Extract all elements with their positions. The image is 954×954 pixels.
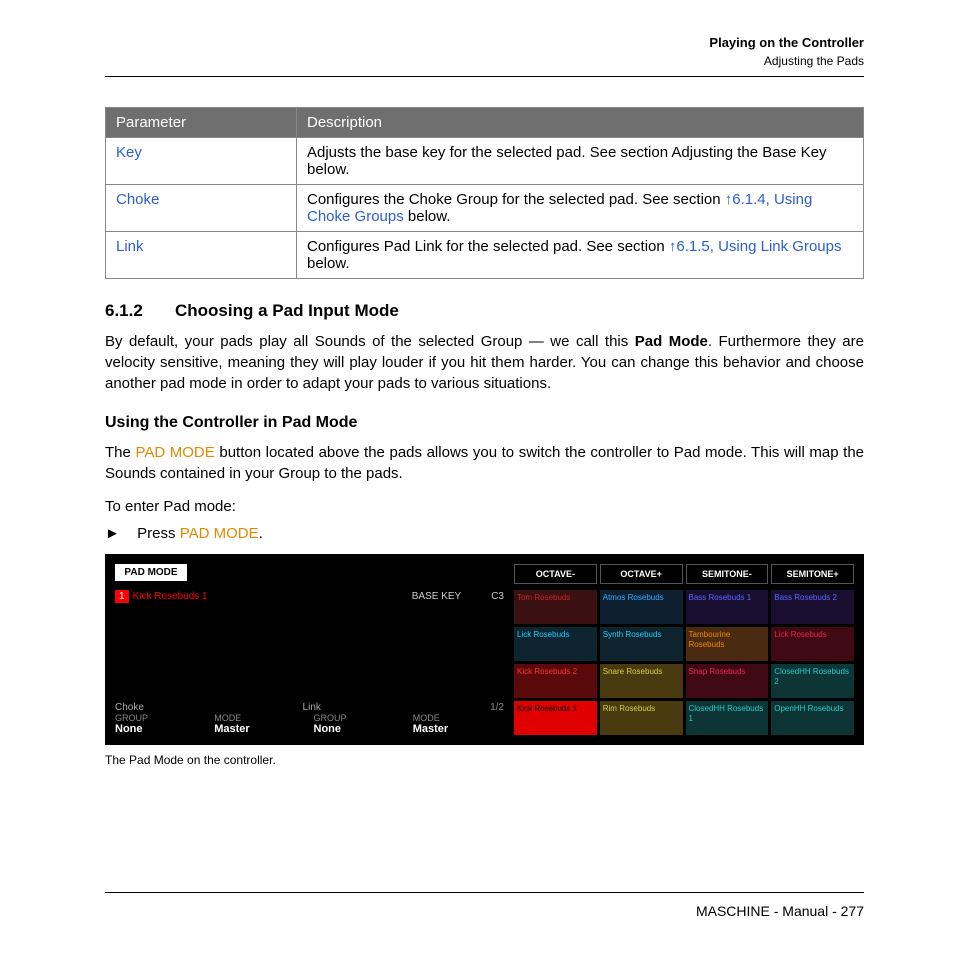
table-row: Choke Configures the Choke Group for the… (106, 185, 864, 232)
base-key-label: BASE KEY (412, 591, 461, 602)
th-parameter: Parameter (106, 108, 297, 138)
desc-key: Adjusts the base key for the selected pa… (297, 138, 864, 185)
section-paragraph: By default, your pads play all Sounds of… (105, 331, 864, 394)
pad-cell: Lick Rosebuds (771, 627, 854, 661)
pad-cell: ClosedHH Rosebuds 1 (686, 701, 769, 735)
ctrl-top-button: OCTAVE+ (600, 564, 683, 584)
choke-header: Choke (115, 702, 303, 713)
instruction-text: To enter Pad mode: (105, 498, 864, 515)
header-rule (105, 76, 864, 77)
pad-cell: Synth Rosebuds (600, 627, 683, 661)
pad-cell: ClosedHH Rosebuds 2 (771, 664, 854, 698)
parameter-table: Parameter Description Key Adjusts the ba… (105, 107, 864, 279)
param-key: Key (106, 138, 297, 185)
subsection-heading: Using the Controller in Pad Mode (105, 414, 864, 432)
pad-cell: OpenHH Rosebuds (771, 701, 854, 735)
pad-cell: Kick Rosebuds 2 (514, 664, 597, 698)
table-row: Link Configures Pad Link for the selecte… (106, 232, 864, 279)
ctrl-top-button: SEMITONE- (686, 564, 769, 584)
controller-screenshot: PAD MODE 1Kick Rosebuds 1 BASE KEY C3 Ch… (105, 554, 864, 745)
section-heading: 6.1.2Choosing a Pad Input Mode (105, 301, 864, 321)
step-line: ► Press PAD MODE. (105, 525, 864, 542)
pad-cell: Tambourine Rosebuds (686, 627, 769, 661)
pad-cell: Bass Rosebuds 2 (771, 590, 854, 624)
footer: MASCHINE - Manual - 277 (105, 892, 864, 919)
pad-cell: Kick Rosebuds 1 (514, 701, 597, 735)
pad-mode-tab: PAD MODE (115, 564, 187, 581)
ctrl-top-button: SEMITONE+ (771, 564, 854, 584)
pad-mode-label: PAD MODE (135, 444, 214, 461)
pad-cell: Snap Rosebuds (686, 664, 769, 698)
pad-cell: Snare Rosebuds (600, 664, 683, 698)
link-link-groups[interactable]: ↑6.1.5, Using Link Groups (669, 238, 842, 255)
pad-cell: Tom Rosebuds (514, 590, 597, 624)
link-header: Link (303, 702, 491, 713)
pad-cell: Bass Rosebuds 1 (686, 590, 769, 624)
header-subtitle: Adjusting the Pads (105, 54, 864, 68)
th-description: Description (297, 108, 864, 138)
slot-name: Kick Rosebuds 1 (133, 591, 208, 602)
pad-cell: Rim Rosebuds (600, 701, 683, 735)
header-title: Playing on the Controller (105, 35, 864, 50)
step-arrow-icon: ► (105, 525, 133, 542)
desc-choke: Configures the Choke Group for the selec… (297, 185, 864, 232)
param-choke: Choke (106, 185, 297, 232)
table-row: Key Adjusts the base key for the selecte… (106, 138, 864, 185)
pad-cell: Atmos Rosebuds (600, 590, 683, 624)
base-key-value: C3 (491, 591, 504, 602)
figure-caption: The Pad Mode on the controller. (105, 753, 864, 767)
desc-link: Configures Pad Link for the selected pad… (297, 232, 864, 279)
ctrl-top-button: OCTAVE- (514, 564, 597, 584)
param-link: Link (106, 232, 297, 279)
subsection-paragraph: The PAD MODE button located above the pa… (105, 442, 864, 484)
pad-cell: Lick Rosebuds (514, 627, 597, 661)
pad-mode-button-label: PAD MODE (180, 525, 259, 542)
page-indicator: 1/2 (490, 702, 504, 713)
